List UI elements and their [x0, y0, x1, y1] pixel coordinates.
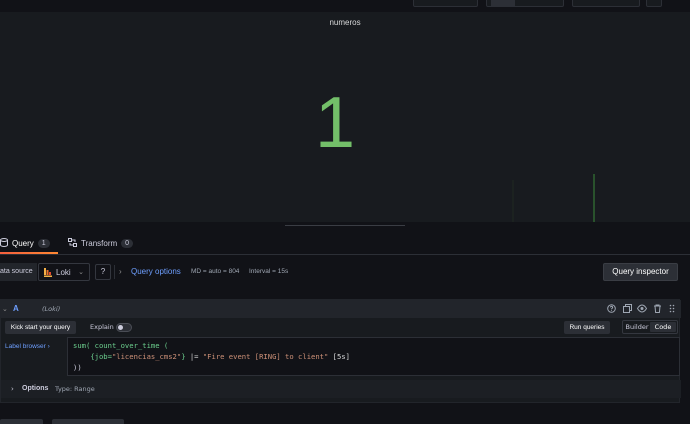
tab-query-label: Query: [12, 238, 34, 248]
stat-value: 1: [314, 83, 356, 163]
datasource-label: ata source: [0, 263, 37, 281]
chevron-right-icon[interactable]: ›: [11, 380, 14, 398]
options-row[interactable]: › Options Type: Range: [1, 380, 681, 398]
bottom-button[interactable]: [0, 419, 43, 424]
datasource-picker[interactable]: Loki ⌄: [38, 263, 90, 281]
tab-query[interactable]: Query 1: [0, 232, 58, 254]
options-type: Type: Range: [55, 385, 95, 393]
query-ref-id[interactable]: A: [13, 300, 19, 318]
help-icon[interactable]: ?: [95, 264, 111, 280]
bottom-button[interactable]: [52, 419, 124, 424]
toolbar-button[interactable]: [646, 0, 662, 7]
database-icon: [0, 237, 8, 249]
query-datasource-note: (Loki): [42, 305, 61, 313]
tab-transform-count: 0: [121, 238, 134, 248]
tab-transform-label: Transform: [81, 238, 118, 248]
mode-builder[interactable]: Builder: [624, 322, 650, 332]
loki-logo-icon: [44, 267, 52, 277]
code-selector-end: }: [181, 352, 186, 361]
kick-start-button[interactable]: Kick start your query: [5, 321, 76, 334]
collapse-chevron-icon[interactable]: ⌄: [2, 300, 8, 318]
explain-toggle[interactable]: [116, 323, 132, 332]
query-options-toggle[interactable]: Query options: [131, 263, 181, 281]
query-inspector-button[interactable]: Query inspector: [603, 263, 678, 281]
mode-code[interactable]: Code: [650, 322, 676, 332]
explain-label: Explain: [90, 323, 114, 331]
duplicate-icon[interactable]: [622, 304, 632, 314]
chevron-right-icon[interactable]: ›: [119, 263, 122, 281]
code-range: [5s]: [332, 352, 350, 361]
toolbar-button[interactable]: [413, 0, 478, 7]
query-row-a: ⌄ A (Loki) Kick start your query Explain…: [0, 299, 681, 403]
query-code-editor[interactable]: sum( count_over_time ( {job="licencias_c…: [67, 337, 680, 376]
run-queries-button[interactable]: Run queries: [564, 321, 610, 334]
help-icon[interactable]: [606, 304, 616, 314]
tab-transform[interactable]: Transform 0: [68, 232, 134, 254]
toolbar-segment[interactable]: [491, 0, 515, 6]
query-editor: ata source Loki ⌄ ? › Query options MD =…: [0, 254, 690, 424]
code-selector-key: {job=: [90, 352, 112, 361]
label-browser-button[interactable]: Label browser ›: [5, 340, 63, 353]
datasource-selected: Loki: [56, 267, 71, 277]
toolbar-segmented-control[interactable]: [486, 0, 564, 7]
code-line-3: )): [73, 363, 82, 372]
eye-icon[interactable]: [636, 304, 648, 314]
options-label: Options: [22, 385, 49, 392]
code-line-1: sum( count_over_time (: [73, 341, 169, 350]
tab-query-count: 1: [37, 238, 50, 248]
divider: [114, 265, 115, 279]
query-row-header[interactable]: ⌄ A (Loki): [1, 300, 681, 318]
editor-mode-switch: Builder Code: [622, 320, 678, 334]
label-browser-text: Label browser: [5, 343, 46, 350]
drag-handle-icon[interactable]: [667, 304, 677, 314]
toggle-knob: [118, 325, 123, 330]
panel-resize-splitter[interactable]: [0, 222, 690, 230]
code-selector-value: "licencias_cms2": [111, 352, 182, 361]
max-data-points: MD = auto = 804: [191, 268, 240, 275]
transform-icon: [68, 237, 77, 249]
splitter-grip[interactable]: [285, 225, 405, 226]
code-pipe-operator: |=: [189, 352, 199, 361]
code-filter-string: "Fire event [RING] to client": [202, 352, 329, 361]
stat-panel-preview: numeros 1: [0, 12, 690, 222]
chevron-down-icon: ⌄: [78, 269, 84, 276]
interval-value: Interval = 15s: [249, 268, 289, 275]
datasource-row: ata source Loki ⌄ ? › Query options MD =…: [0, 263, 690, 281]
editor-tabs: Query 1 Transform 0: [0, 232, 690, 254]
trash-icon[interactable]: [652, 304, 662, 314]
toolbar-button[interactable]: [572, 0, 640, 7]
